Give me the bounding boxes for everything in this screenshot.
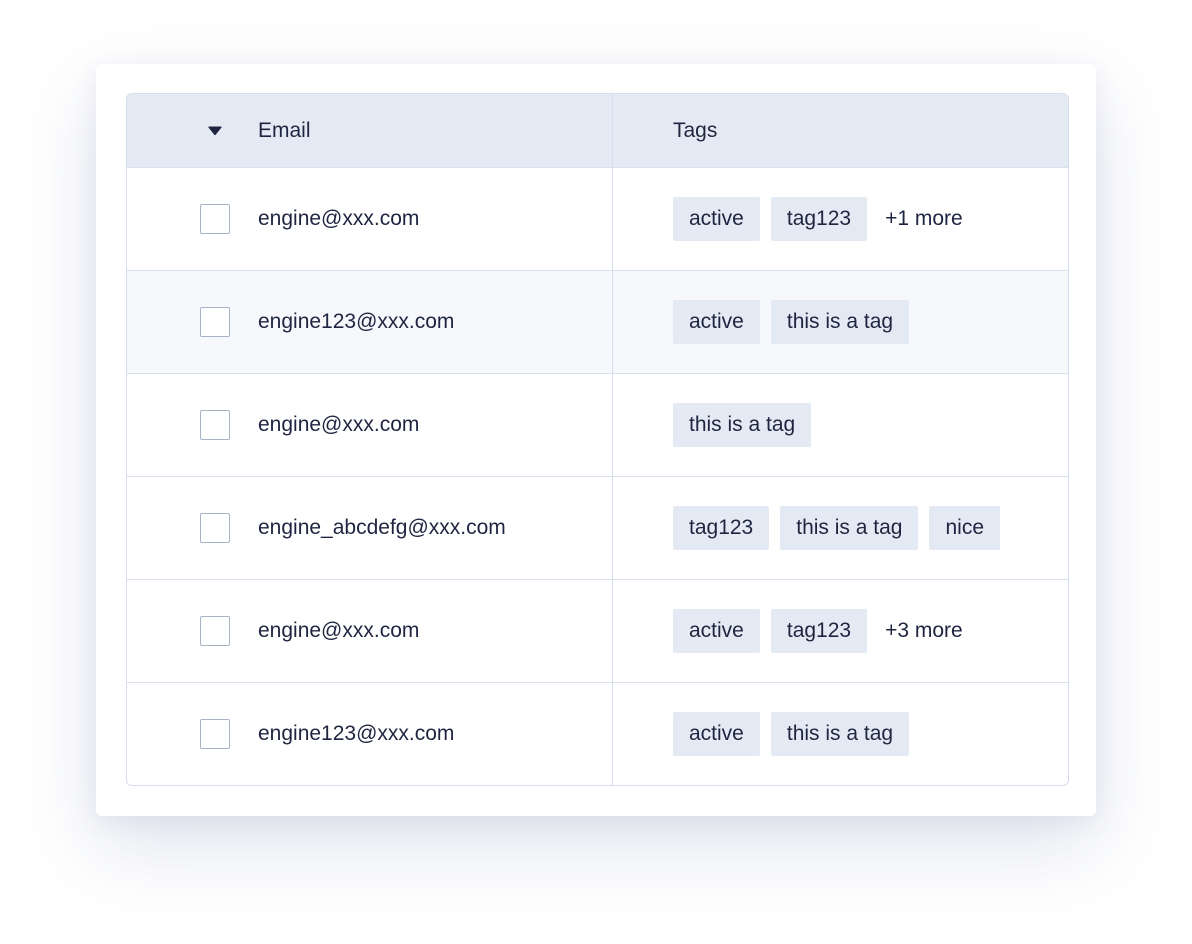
email-text: engine@xxx.com bbox=[258, 413, 420, 436]
tags-cell: active tag123 +1 more bbox=[613, 168, 1068, 270]
table-card: Email Tags engine@xxx.com active tag123 +1 … bbox=[96, 64, 1096, 816]
tag-chip: active bbox=[673, 609, 760, 653]
more-tags-link[interactable]: +1 more bbox=[885, 207, 963, 231]
email-text: engine@xxx.com bbox=[258, 207, 420, 230]
tag-chip: active bbox=[673, 712, 760, 756]
email-cell: engine123@xxx.com bbox=[127, 683, 613, 785]
row-select-checkbox[interactable] bbox=[200, 204, 230, 234]
email-header-label[interactable]: Email bbox=[258, 119, 311, 143]
table-row[interactable]: engine123@xxx.com active this is a tag bbox=[127, 682, 1068, 785]
tags-column-header: Tags bbox=[613, 94, 1068, 167]
row-select-checkbox[interactable] bbox=[200, 616, 230, 646]
tag-chip: nice bbox=[929, 506, 1000, 550]
tag-chip: active bbox=[673, 300, 760, 344]
tag-chip: this is a tag bbox=[673, 403, 812, 447]
table-header: Email Tags bbox=[127, 94, 1068, 167]
tag-chip: tag123 bbox=[673, 506, 770, 550]
tag-chip: tag123 bbox=[770, 609, 868, 653]
tag-chip: this is a tag bbox=[770, 712, 910, 756]
row-select-checkbox[interactable] bbox=[200, 307, 230, 337]
table-row[interactable]: engine@xxx.com active tag123 +1 more bbox=[127, 167, 1068, 270]
caret-down-icon[interactable] bbox=[207, 125, 223, 137]
row-select-checkbox[interactable] bbox=[200, 410, 230, 440]
tags-cell: this is a tag bbox=[613, 374, 1068, 476]
email-tags-table: Email Tags engine@xxx.com active tag123 +1 … bbox=[126, 93, 1069, 786]
table-row[interactable]: engine123@xxx.com active this is a tag bbox=[127, 270, 1068, 373]
email-text: engine@xxx.com bbox=[258, 619, 420, 642]
tag-chip: active bbox=[673, 197, 760, 241]
email-text: engine123@xxx.com bbox=[258, 722, 455, 745]
email-column-header: Email bbox=[127, 94, 613, 167]
email-cell: engine_abcdefg@xxx.com bbox=[127, 477, 613, 579]
email-text: engine123@xxx.com bbox=[258, 310, 455, 333]
tags-cell: active this is a tag bbox=[613, 683, 1068, 785]
tag-chip: tag123 bbox=[770, 197, 868, 241]
more-tags-link[interactable]: +3 more bbox=[885, 619, 963, 643]
email-cell: engine@xxx.com bbox=[127, 580, 613, 682]
tags-cell: active tag123 +3 more bbox=[613, 580, 1068, 682]
table-row[interactable]: engine@xxx.com active tag123 +3 more bbox=[127, 579, 1068, 682]
tag-chip: this is a tag bbox=[770, 300, 910, 344]
email-cell: engine@xxx.com bbox=[127, 374, 613, 476]
tags-cell: active this is a tag bbox=[613, 271, 1068, 373]
email-cell: engine123@xxx.com bbox=[127, 271, 613, 373]
row-select-checkbox[interactable] bbox=[200, 719, 230, 749]
tag-chip: this is a tag bbox=[780, 506, 919, 550]
email-cell: engine@xxx.com bbox=[127, 168, 613, 270]
table-row[interactable]: engine@xxx.com this is a tag bbox=[127, 373, 1068, 476]
email-text: engine_abcdefg@xxx.com bbox=[258, 516, 506, 539]
row-select-checkbox[interactable] bbox=[200, 513, 230, 543]
tags-header-label[interactable]: Tags bbox=[673, 119, 717, 143]
table-row[interactable]: engine_abcdefg@xxx.com tag123 this is a ta… bbox=[127, 476, 1068, 579]
tags-cell: tag123 this is a tag nice bbox=[613, 477, 1068, 579]
